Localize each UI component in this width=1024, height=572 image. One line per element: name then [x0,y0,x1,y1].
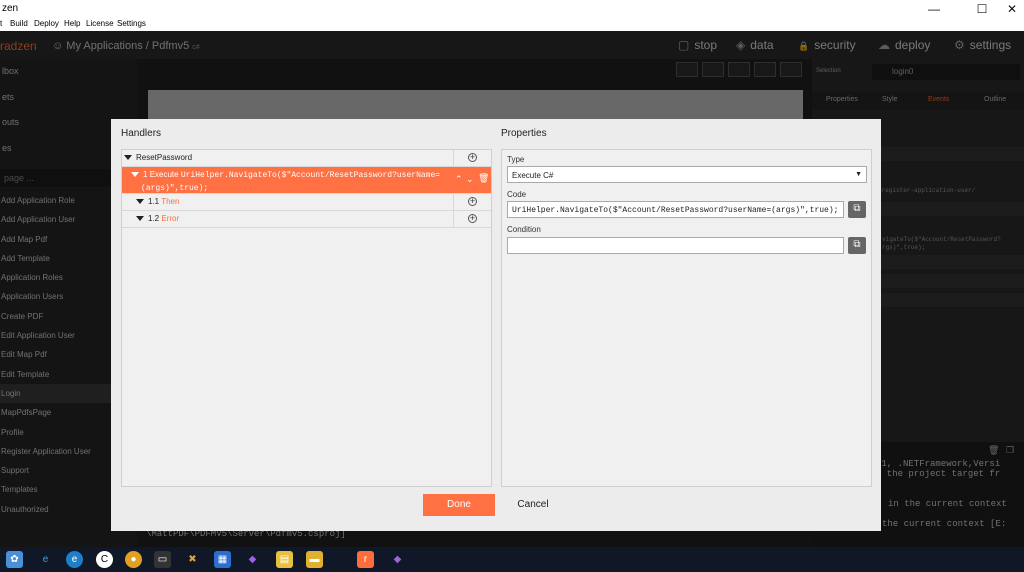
action-row-execute[interactable]: 1 Execute UriHelper.NavigateTo($"Account… [122,167,491,194]
expand-icon [136,216,144,222]
condition-input[interactable] [507,237,844,254]
action-code-cont: (args)",true); [141,184,209,193]
folder-icon[interactable]: ▬ [306,551,323,568]
chevron-down-icon: ▼ [855,171,862,178]
external-link-icon: ⧉ [853,239,861,250]
radzen-app-icon[interactable]: ✿ [6,551,23,568]
menu-license[interactable]: License [86,19,114,28]
window-title: zen [2,3,19,14]
minimize-button[interactable]: — [918,0,950,18]
edge-icon[interactable]: e [66,551,83,568]
done-button[interactable]: Done [423,494,495,516]
maximize-button[interactable]: ☐ [966,0,998,18]
files-icon[interactable]: ▤ [276,551,293,568]
properties-title: Properties [501,128,547,139]
open-code-editor-button[interactable]: ⧉ [848,201,866,218]
radzen-icon[interactable]: r [357,551,374,568]
error-label: Error [161,214,180,223]
visual-studio-2-icon[interactable]: ◆ [389,551,406,568]
move-down-icon[interactable]: ⌄ [466,174,474,185]
then-number: 1.1 [148,197,160,206]
code-input[interactable]: UriHelper.NavigateTo($"Account/ResetPass… [507,201,844,218]
plus-circle-icon: + [468,213,477,223]
event-name: ResetPassword [136,153,193,162]
open-condition-editor-button[interactable]: ⧉ [848,237,866,254]
expand-icon [124,155,132,161]
handlers-tree: ResetPassword + 1 Execute UriHelper.Navi… [121,149,492,487]
window-titlebar: zen — ☐ ✕ [0,0,1024,18]
resetpassword-node: ResetPassword [124,153,192,162]
delete-icon[interactable]: 🗑 [478,173,489,184]
terminal-icon[interactable]: ▭ [154,551,171,568]
then-node: 1.1 Then [136,197,179,206]
store-icon[interactable]: ▦ [214,551,231,568]
cancel-button[interactable]: Cancel [509,494,557,516]
action-controls: ⌃ ⌄ 🗑 [453,167,491,193]
move-up-icon[interactable]: ⌃ [455,174,463,185]
menu-help[interactable]: Help [64,19,80,28]
taskbar: ✿ e e C ● ▭ ✖ ▦ ◆ ▤ ▬ r ◆ [0,547,1024,572]
menu-build[interactable]: Build [10,19,28,28]
action-number: 1 [143,170,148,179]
error-row[interactable]: 1.2 Error + [122,211,491,228]
ie-icon[interactable]: e [37,551,54,568]
add-error-action-button[interactable]: + [453,211,491,227]
type-select[interactable]: Execute C# ▼ [507,166,867,183]
add-then-action-button[interactable]: + [453,194,491,210]
menu-deploy[interactable]: Deploy [34,19,59,28]
then-label: Then [161,197,180,206]
expand-icon [131,172,139,178]
then-row[interactable]: 1.1 Then + [122,194,491,211]
handlers-title: Handlers [121,128,162,139]
action-text: 1 Execute UriHelper.NavigateTo($"Account… [131,169,441,195]
plus-circle-icon: + [468,152,477,162]
close-window-button[interactable]: ✕ [996,0,1024,18]
menu-settings[interactable]: Settings [117,19,146,28]
error-node: 1.2 Error [136,214,179,223]
tools-icon[interactable]: ✖ [184,551,201,568]
event-row-resetpassword[interactable]: ResetPassword + [122,150,491,167]
action-label: Execute [149,170,179,179]
error-number: 1.2 [148,214,160,223]
visual-studio-icon[interactable]: ◆ [244,551,261,568]
menu-bar: t Build Deploy Help License Settings [0,18,1024,31]
add-action-button[interactable]: + [453,150,491,166]
code-label: Code [507,190,527,199]
plus-circle-icon: + [468,196,477,206]
action-code: UriHelper.NavigateTo($"Account/ResetPass… [180,171,441,180]
condition-label: Condition [507,225,541,234]
type-value: Execute C# [512,171,554,180]
external-link-icon: ⧉ [853,203,861,214]
event-handlers-dialog: Handlers Properties ResetPassword + 1 Ex… [111,119,881,531]
type-label: Type [507,155,525,164]
expand-icon [136,199,144,205]
properties-panel: Type Execute C# ▼ Code UriHelper.Navigate… [501,149,872,487]
menu-file[interactable]: t [0,19,2,28]
ccleaner-icon[interactable]: C [96,551,113,568]
chrome-icon[interactable]: ● [125,551,142,568]
